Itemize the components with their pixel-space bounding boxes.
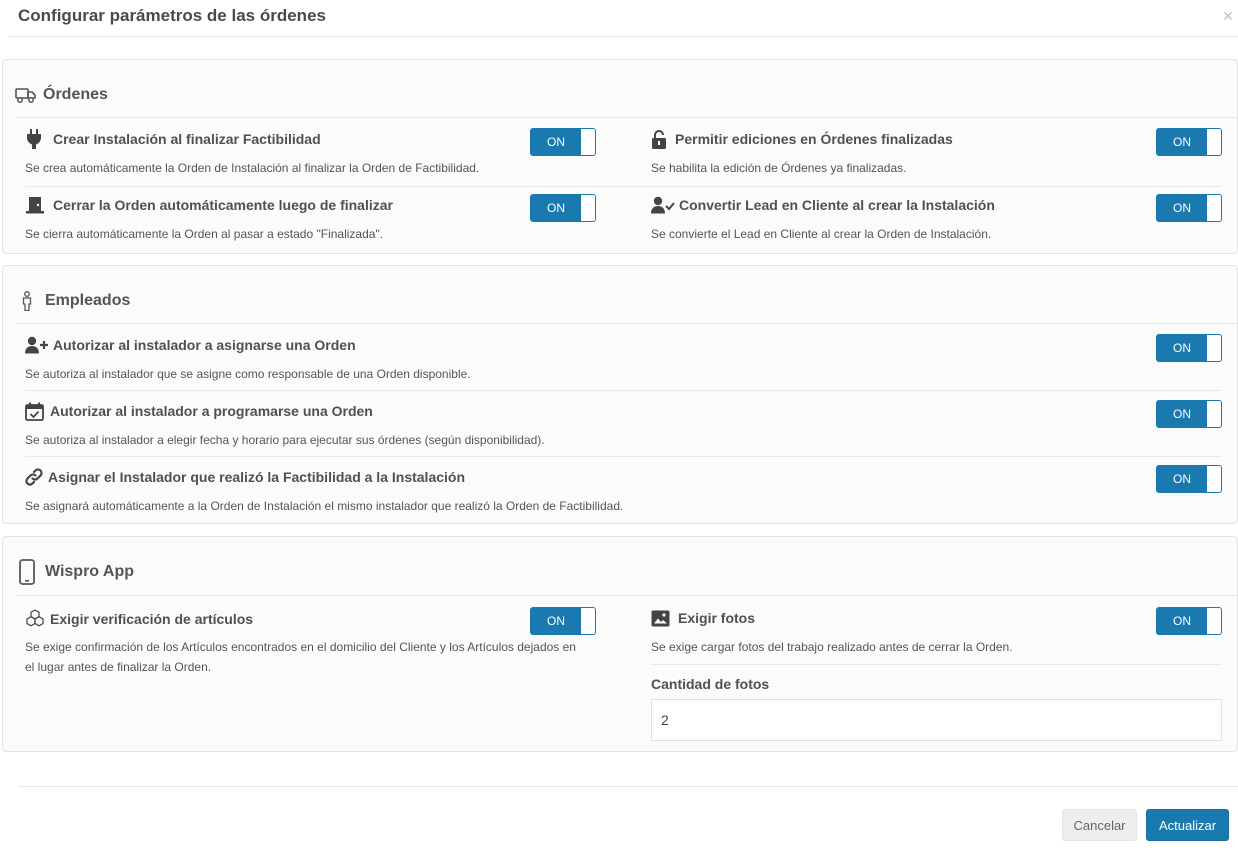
setting-asignar-factibilidad: Asignar el Instalador que realizó la Fac… [25,467,1125,517]
toggle-knob [581,129,595,155]
toggle-verificacion-articulos[interactable]: ON [530,607,596,635]
toggle-programarse[interactable]: ON [1156,400,1222,428]
setting-description: Se exige cargar fotos del trabajo realiz… [651,640,1013,654]
toggle-knob [581,195,595,221]
section-ordenes: Órdenes Crear Instalación al finalizar F… [2,59,1238,254]
row-divider [25,186,1221,187]
section-title-ordenes: Órdenes [15,84,108,106]
user-plus-icon [25,335,49,355]
plug-icon [25,129,47,149]
toggle-label: ON [547,614,565,628]
toggle-knob [1207,195,1221,221]
toggle-exigir-fotos[interactable]: ON [1156,607,1222,635]
user-check-icon [651,195,675,215]
setting-description: Se autoriza al instalador a elegir fecha… [25,433,545,447]
setting-title: Permitir ediciones en Órdenes finalizada… [675,131,953,147]
setting-title: Exigir fotos [678,610,756,626]
toggle-label: ON [547,201,565,215]
cancel-button[interactable]: Cancelar [1062,809,1137,841]
setting-description: Se convierte el Lead en Cliente al crear… [651,227,992,241]
calendar-check-icon [25,401,45,421]
setting-description: Se asignará automáticamente a la Orden d… [25,499,624,513]
setting-title: Asignar el Instalador que realizó la Fac… [48,469,466,485]
toggle-knob [1207,466,1221,492]
setting-title: Autorizar al instalador a programarse un… [50,403,373,419]
mobile-icon [15,559,41,585]
close-icon[interactable]: × [1220,7,1236,25]
toggle-label: ON [1173,201,1191,215]
section-wispro-app: Wispro App Exigir verificación de artícu… [2,536,1238,752]
setting-description: Se crea automáticamente la Orden de Inst… [25,161,480,175]
divider [15,323,1237,324]
section-title-empleados: Empleados [15,290,130,312]
setting-verificacion-articulos: Exigir verificación de artículos Se exig… [25,609,615,679]
section-title-text: Empleados [45,292,131,309]
cubes-icon [25,609,45,629]
modal-title: Configurar parámetros de las órdenes [18,6,326,25]
toggle-cerrar-orden[interactable]: ON [530,194,596,222]
toggle-crear-instalacion[interactable]: ON [530,128,596,156]
setting-exigir-fotos: Exigir fotos Se exige cargar fotos del t… [651,608,1151,658]
setting-title: Crear Instalación al finalizar Factibili… [53,131,321,147]
toggle-label: ON [1173,614,1191,628]
setting-description: Se exige confirmación de los Artículos e… [25,637,615,677]
image-icon [651,608,671,628]
setting-description: Se cierra automáticamente la Orden al pa… [25,227,384,241]
section-title-text: Órdenes [43,86,108,103]
truck-icon [15,84,39,106]
toggle-knob [1207,608,1221,634]
toggle-permitir-ediciones[interactable]: ON [1156,128,1222,156]
setting-crear-instalacion: Crear Instalación al finalizar Factibili… [25,129,605,179]
row-divider [25,456,1221,457]
person-icon [15,290,41,312]
setting-description-line: Se exige confirmación de los Artículos e… [25,640,576,654]
toggle-label: ON [1173,407,1191,421]
photo-count-label: Cantidad de fotos [651,676,770,692]
modal-header: Configurar parámetros de las órdenes × [8,0,1238,37]
toggle-knob [1207,335,1221,361]
setting-cerrar-orden: Cerrar la Orden automáticamente luego de… [25,195,605,245]
toggle-label: ON [1173,135,1191,149]
setting-title: Exigir verificación de artículos [50,611,254,627]
setting-title: Convertir Lead en Cliente al crear la In… [679,197,995,213]
footer-divider [18,786,1238,787]
section-empleados: Empleados Autorizar al instalador a asig… [2,265,1238,524]
setting-convertir-lead: Convertir Lead en Cliente al crear la In… [651,195,1151,245]
setting-description: Se habilita la edición de Órdenes ya fin… [651,161,907,175]
toggle-label: ON [1173,341,1191,355]
setting-description: Se autoriza al instalador que se asigne … [25,367,471,381]
toggle-knob [581,608,595,634]
divider [15,595,1237,596]
toggle-convertir-lead[interactable]: ON [1156,194,1222,222]
toggle-label: ON [1173,472,1191,486]
update-button[interactable]: Actualizar [1146,809,1229,841]
section-title-app: Wispro App [15,559,134,585]
toggle-asignarse[interactable]: ON [1156,334,1222,362]
link-icon [25,467,43,487]
toggle-label: ON [547,135,565,149]
setting-permitir-ediciones: Permitir ediciones en Órdenes finalizada… [651,129,1151,179]
toggle-knob [1207,401,1221,427]
toggle-knob [1207,129,1221,155]
unlock-icon [651,129,669,149]
setting-asignarse: Autorizar al instalador a asignarse una … [25,335,1125,385]
setting-programarse: Autorizar al instalador a programarse un… [25,401,1125,451]
section-title-text: Wispro App [45,563,135,580]
divider [15,117,1237,118]
toggle-asignar-factibilidad[interactable]: ON [1156,465,1222,493]
row-divider [651,664,1221,665]
photo-count-input[interactable] [651,699,1222,741]
setting-description-line: el lugar antes de finalizar la Orden. [25,660,212,674]
setting-title: Cerrar la Orden automáticamente luego de… [53,197,393,213]
row-divider [25,390,1221,391]
door-closed-icon [25,195,47,215]
setting-title: Autorizar al instalador a asignarse una … [53,337,356,353]
